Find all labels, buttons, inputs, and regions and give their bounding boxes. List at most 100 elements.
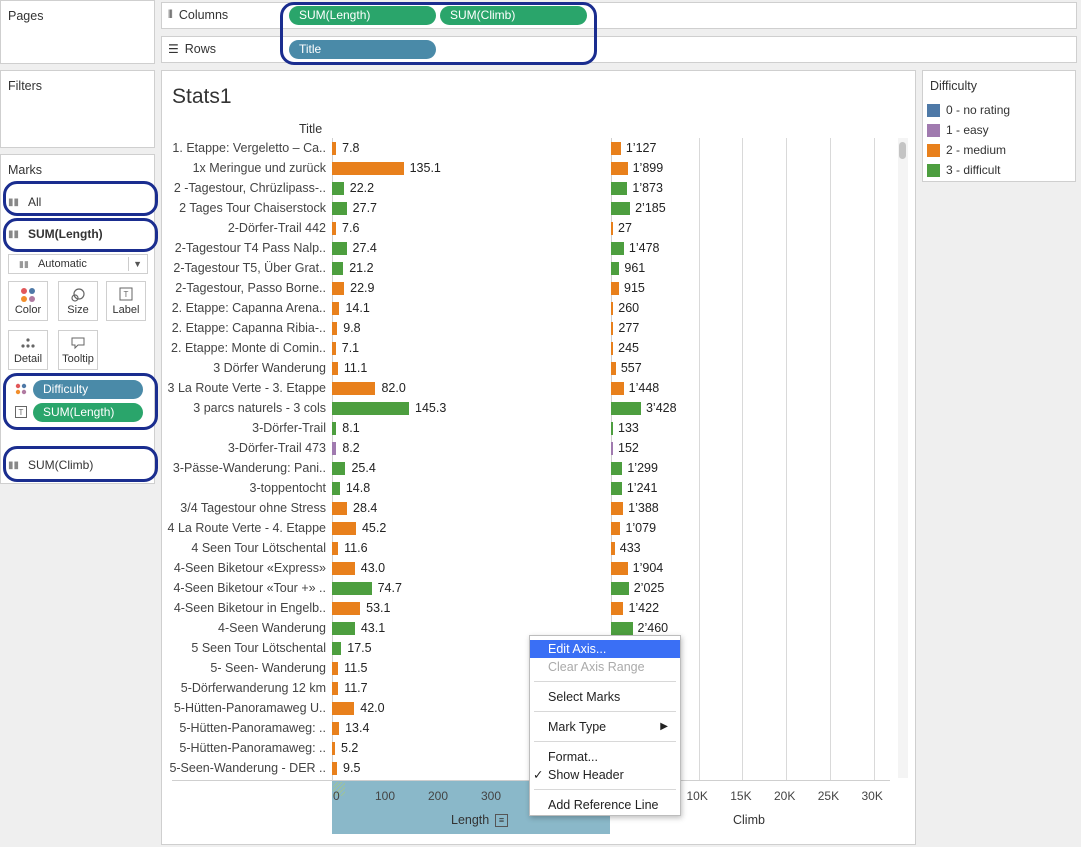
marks-all-tab[interactable]: ▮▮ All [8,192,148,212]
row-title-label[interactable]: 2. Etappe: Capanna Ribia-.. [172,318,326,338]
length-bar[interactable] [332,622,355,635]
climb-bar[interactable] [611,202,631,215]
row-title-label[interactable]: 2. Etappe: Capanna Arena.. [172,298,326,318]
length-bar[interactable] [332,282,345,295]
climb-bar[interactable] [611,542,615,555]
length-bar[interactable] [332,322,338,335]
color-button[interactable]: Color [8,281,48,321]
climb-bar[interactable] [611,622,633,635]
climb-bar[interactable] [611,402,641,415]
menu-add-reference-line[interactable]: Add Reference Line [530,796,680,814]
menu-mark-type[interactable]: Mark Type ▶ [530,718,680,736]
row-title-label[interactable]: 3 Dörfer Wanderung [213,358,326,378]
row-title-label[interactable]: 3-Pässe-Wanderung: Pani.. [173,458,326,478]
length-bar[interactable] [332,462,346,475]
length-bar[interactable] [332,642,342,655]
row-title-label[interactable]: 3-Dörfer-Trail 473 [228,438,326,458]
row-title-label[interactable]: 3 La Route Verte - 3. Etappe [168,378,326,398]
row-title-label[interactable]: 4-Seen Biketour «Tour +» .. [173,578,326,598]
climb-bar[interactable] [611,362,616,375]
row-title-label[interactable]: 5-Dörferwanderung 12 km [181,678,326,698]
row-title-label[interactable]: 2 -Tagestour, Chrüzlipass-.. [174,178,326,198]
row-title-label[interactable]: 3/4 Tagestour ohne Stress [180,498,326,518]
length-bar[interactable] [332,502,348,515]
climb-bar[interactable] [611,462,623,475]
climb-bar[interactable] [611,602,624,615]
climb-bar[interactable] [611,482,622,495]
length-bar[interactable] [332,762,338,775]
sum-length-column-pill[interactable]: SUM(Length) [289,6,436,25]
row-title-label[interactable]: 1x Meringue und zurück [193,158,326,178]
length-bar[interactable] [332,702,355,715]
climb-bar[interactable] [611,582,629,595]
marks-sum-length-tab[interactable]: ▮▮ SUM(Length) [8,224,148,244]
menu-format[interactable]: Format... [530,748,680,766]
row-title-label[interactable]: 5-Hütten-Panoramaweg: .. [179,738,326,758]
sum-length-label-pill[interactable]: SUM(Length) [33,403,143,422]
length-bar[interactable] [332,522,356,535]
mark-type-dropdown[interactable]: ▮▮ Automatic ▼ [8,254,148,274]
length-bar[interactable] [332,202,347,215]
length-bar[interactable] [332,402,409,415]
length-bar[interactable] [332,222,337,235]
row-title-label[interactable]: 2-Tagestour, Passo Borne.. [175,278,326,298]
row-title-label[interactable]: 2-Dörfer-Trail 442 [228,218,326,238]
difficulty-color-pill[interactable]: Difficulty [33,380,143,399]
row-title-label[interactable]: 2 Tages Tour Chaiserstock [179,198,326,218]
climb-bar[interactable] [611,562,628,575]
length-bar[interactable] [332,722,340,735]
row-title-label[interactable]: 4 La Route Verte - 4. Etappe [168,518,326,538]
title-row-pill[interactable]: Title [289,40,436,59]
tooltip-button[interactable]: Tooltip [58,330,98,370]
scrollbar-thumb[interactable] [899,142,906,159]
row-title-label[interactable]: 5- Seen- Wanderung [210,658,326,678]
length-bar[interactable] [332,662,339,675]
legend-item[interactable]: 1 - easy [927,121,989,139]
length-bar[interactable] [332,162,404,175]
row-title-label[interactable]: 2-Tagestour T4 Pass Nalp.. [175,238,326,258]
row-title-label[interactable]: 2. Etappe: Monte di Comin.. [171,338,326,358]
length-bar[interactable] [332,482,340,495]
length-bar[interactable] [332,542,339,555]
length-bar[interactable] [332,742,335,755]
climb-bar[interactable] [611,142,621,155]
climb-bar[interactable] [611,422,613,435]
row-title-label[interactable]: 3-Dörfer-Trail [252,418,326,438]
row-title-label[interactable]: 5 Seen Tour Lötschental [191,638,326,658]
length-bar[interactable] [332,682,339,695]
menu-select-marks[interactable]: Select Marks [530,688,680,706]
row-title-label[interactable]: 5-Seen-Wanderung - DER .. [169,758,326,778]
legend-item[interactable]: 3 - difficult [927,161,1000,179]
legend-item[interactable]: 2 - medium [927,141,1006,159]
climb-bar[interactable] [611,502,624,515]
row-title-label[interactable]: 1. Etappe: Vergeletto – Ca.. [172,138,326,158]
length-bar[interactable] [332,382,376,395]
climb-bar[interactable] [611,182,628,195]
row-title-label[interactable]: 2-Tagestour T5, Über Grat.. [173,258,326,278]
marks-sum-climb-tab[interactable]: ▮▮ SUM(Climb) [8,455,148,475]
size-button[interactable]: Size [58,281,98,321]
climb-bar[interactable] [611,282,619,295]
climb-bar[interactable] [611,322,614,335]
row-title-label[interactable]: 4 Seen Tour Lötschental [191,538,326,558]
climb-bar[interactable] [611,442,613,455]
sum-climb-column-pill[interactable]: SUM(Climb) [440,6,587,25]
length-bar[interactable] [332,342,336,355]
climb-bar[interactable] [611,382,624,395]
climb-bar[interactable] [611,342,614,355]
length-bar[interactable] [332,302,340,315]
length-bar[interactable] [332,142,337,155]
row-title-label[interactable]: 4-Seen Biketour «Express» [174,558,326,578]
climb-bar[interactable] [611,162,628,175]
climb-bar[interactable] [611,522,621,535]
menu-show-header[interactable]: ✓ Show Header [530,766,680,784]
length-bar[interactable] [332,442,337,455]
detail-button[interactable]: Detail [8,330,48,370]
row-title-label[interactable]: 5-Hütten-Panoramaweg: .. [179,718,326,738]
vertical-scrollbar[interactable] [898,138,908,778]
label-button[interactable]: T Label [106,281,146,321]
length-bar[interactable] [332,182,344,195]
length-bar[interactable] [332,242,347,255]
length-bar[interactable] [332,582,372,595]
climb-bar[interactable] [611,302,614,315]
